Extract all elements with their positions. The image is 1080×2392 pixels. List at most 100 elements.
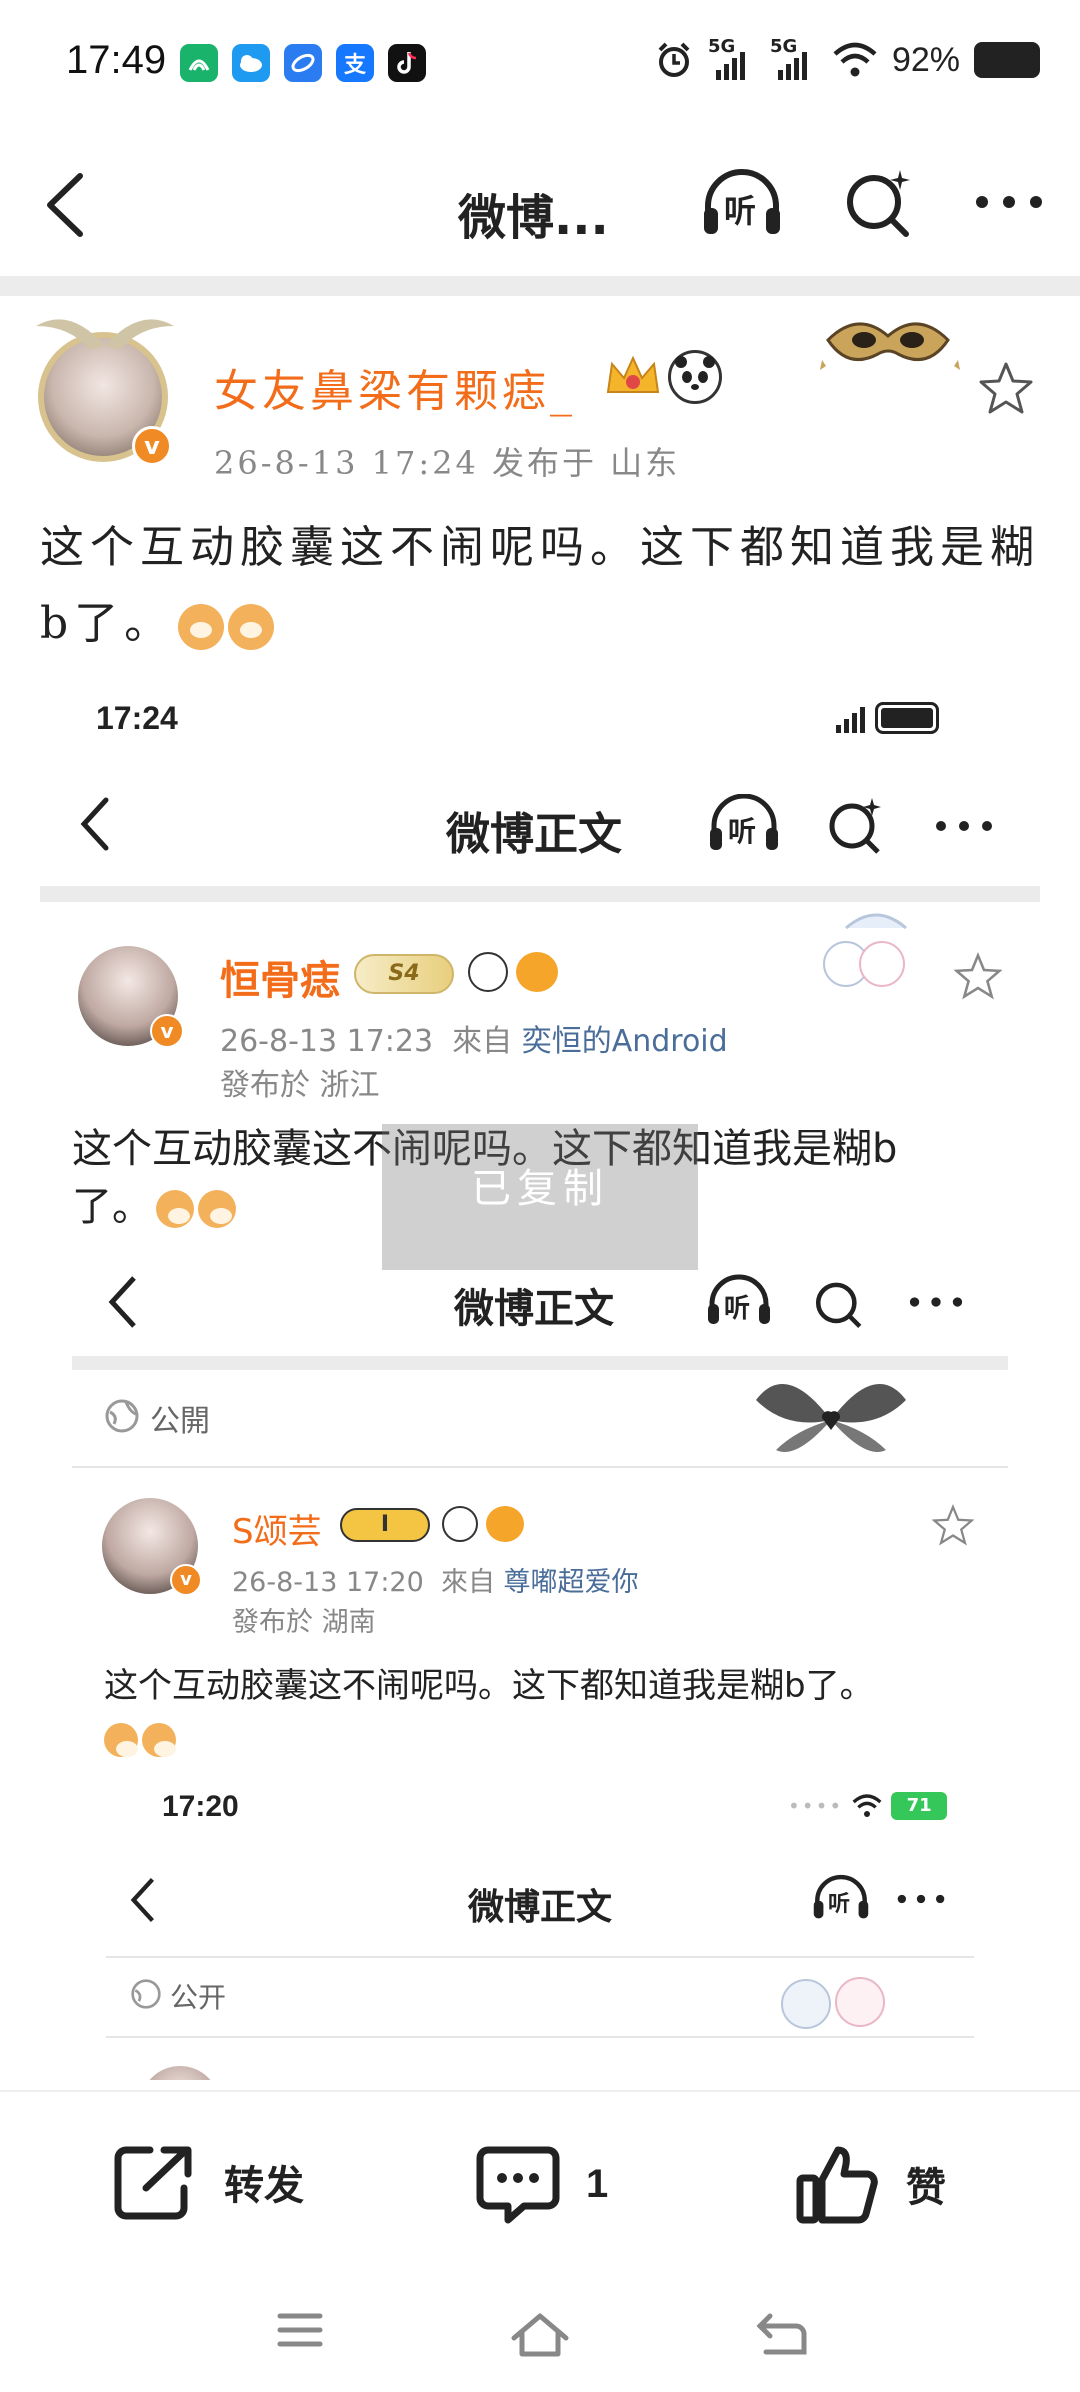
embedded-2-verified-badge-icon: v	[170, 1564, 202, 1596]
embedded-divider	[40, 886, 1040, 902]
embedded-fish-badge-icon	[516, 952, 558, 992]
comment-count: 1	[586, 2161, 609, 2206]
embedded-meta: 26-8-13 17:23 來自 奕恒的Android	[220, 1024, 728, 1059]
embedded-panda-badge-icon	[468, 952, 508, 992]
status-time: 17:49	[66, 38, 167, 82]
battery-icon	[974, 42, 1040, 78]
embedded-2-more-dots-icon	[909, 1297, 963, 1307]
embedded-2-star-icon	[932, 1504, 974, 1546]
embedded-2-post-text: 这个互动胶囊这不闹呢吗。这下都知道我是糊b了。	[104, 1660, 984, 1764]
comment-button[interactable]: 1	[476, 2142, 608, 2226]
weather-icon	[232, 44, 270, 82]
back-button[interactable]	[40, 170, 90, 244]
tiktok-icon	[388, 44, 426, 82]
post-action-bar: 转发 1 赞	[0, 2090, 1080, 2270]
embedded-2-level-badge: I	[340, 1508, 430, 1542]
embedded-2-location: 發布於 湖南	[232, 1607, 376, 1638]
nav-actions: 听	[700, 166, 1044, 242]
repost-button[interactable]: 转发	[112, 2142, 304, 2222]
like-button[interactable]: 赞	[796, 2142, 946, 2226]
signal-5g-icon: 5G	[708, 36, 756, 80]
comment-icon	[476, 2146, 560, 2224]
wifi-icon	[833, 42, 877, 77]
status-indicators: 5G 5G 92%	[654, 36, 1040, 80]
embedded-2-username: S颂芸	[232, 1512, 322, 1552]
copied-toast: 已复制	[382, 1124, 698, 1270]
embedded-2-visibility: 公開	[150, 1404, 210, 1439]
verified-badge-icon: v	[132, 426, 172, 466]
chevron-left-icon	[47, 173, 83, 237]
wings-frame-icon	[36, 319, 174, 350]
embedded-2-page-title: 微博正文	[454, 1286, 614, 1332]
embedded-status-time: 17:24	[96, 700, 178, 736]
like-label: 赞	[906, 2164, 946, 2211]
signal-5g-icon-2: 5G	[770, 36, 818, 80]
cartoon-decoration-icon	[823, 913, 907, 987]
system-navigation-bar	[0, 2270, 1080, 2392]
home-icon	[511, 2313, 569, 2357]
alarm-icon	[658, 42, 690, 77]
embedded-3-chevron-left-icon	[130, 1877, 155, 1923]
notification-app-icons: 支	[180, 44, 426, 82]
embedded-more-dots-icon	[936, 821, 992, 831]
embedded-2-meta: 26-8-13 17:20 來自 尊嘟超爱你	[232, 1567, 639, 1598]
post-body: 这个互动胶囊这不闹呢吗。这下都知道我是糊b了。	[40, 510, 1050, 662]
attached-screenshot-image[interactable]: 17:24 微博正文 听 v 恒骨痣 S4 26-8-13 17:23 來自 奕…	[0, 680, 1080, 2080]
alipay-icon: 支	[336, 44, 374, 82]
embedded-2-divider	[72, 1356, 1008, 1370]
butterfly-heart-decoration-icon	[756, 1384, 906, 1452]
embedded-3-thin-divider	[106, 2036, 974, 2038]
embedded-status-icons	[836, 702, 939, 734]
embedded-3-cartoon-decoration-icon	[781, 1977, 885, 2029]
embedded-2-fish-badge-icon	[486, 1506, 524, 1542]
share-icon	[114, 2146, 192, 2220]
masquerade-mask-decoration-icon	[820, 322, 960, 370]
thumbs-up-icon	[796, 2146, 878, 2224]
battery-percent: 92%	[891, 40, 960, 79]
embedded-star-icon	[954, 952, 1002, 1000]
more-button[interactable]	[974, 192, 1044, 216]
star-icon	[979, 362, 1033, 414]
embedded-headphones-icon: 听	[708, 793, 780, 856]
embedded-3-status-time: 17:20	[162, 1790, 239, 1823]
post-header: v 女友鼻梁有颗痣_ 26-8-13 17:24 发布于 山东	[0, 300, 1080, 490]
globe-icon	[105, 1399, 139, 1433]
embedded-2-headphones-icon: 听	[706, 1274, 772, 1330]
embedded-2-search-icon	[815, 1282, 862, 1328]
embedded-3-battery: 71	[891, 1792, 948, 1820]
menu-lines-icon	[277, 2313, 323, 2347]
vip-crown-icon	[606, 355, 660, 393]
embedded-level-badge: S4	[354, 954, 454, 994]
listen-button[interactable]: 听	[700, 168, 784, 240]
back-nav-button[interactable]	[756, 2310, 808, 2362]
home-button[interactable]	[510, 2310, 570, 2362]
more-dots-icon	[976, 196, 1042, 208]
author-username[interactable]: 女友鼻梁有颗痣_	[214, 355, 576, 419]
post-meta: 26-8-13 17:24 发布于 山东	[214, 444, 681, 482]
embedded-3-more-dots-icon	[897, 1894, 945, 1904]
repost-label: 转发	[224, 2162, 304, 2209]
panda-badge-icon	[668, 350, 722, 404]
doge-emoji-icon	[178, 603, 225, 650]
embedded-3-visibility: 公开	[170, 1981, 227, 2014]
embedded-chevron-left-icon	[80, 797, 109, 851]
search-button[interactable]	[844, 166, 914, 242]
embedded-3-headphones-icon: 听	[812, 1874, 870, 1924]
return-icon	[756, 2313, 807, 2355]
page-title: 微博...	[458, 190, 609, 246]
top-nav-bar: 微博... 听	[0, 130, 1080, 280]
embedded-2-thin-divider	[72, 1466, 1008, 1468]
embedded-3-globe-icon	[131, 1979, 161, 2009]
favorite-button[interactable]	[978, 360, 1034, 420]
app-green-icon	[180, 44, 218, 82]
embedded-username: 恒骨痣	[220, 958, 340, 1004]
embedded-2-panda-badge-icon	[442, 1506, 478, 1542]
browser-icon	[284, 44, 322, 82]
recent-apps-button[interactable]	[276, 2310, 324, 2354]
embedded-location: 發布於 浙江	[220, 1068, 380, 1103]
status-bar: 17:49 支 5G 5G 92%	[0, 0, 1080, 130]
embedded-3-status-icons: •••• 71	[788, 1792, 948, 1820]
section-divider	[0, 276, 1080, 296]
author-avatar[interactable]: v	[30, 319, 180, 474]
embedded-3-page-title: 微博正文	[468, 1887, 613, 1928]
